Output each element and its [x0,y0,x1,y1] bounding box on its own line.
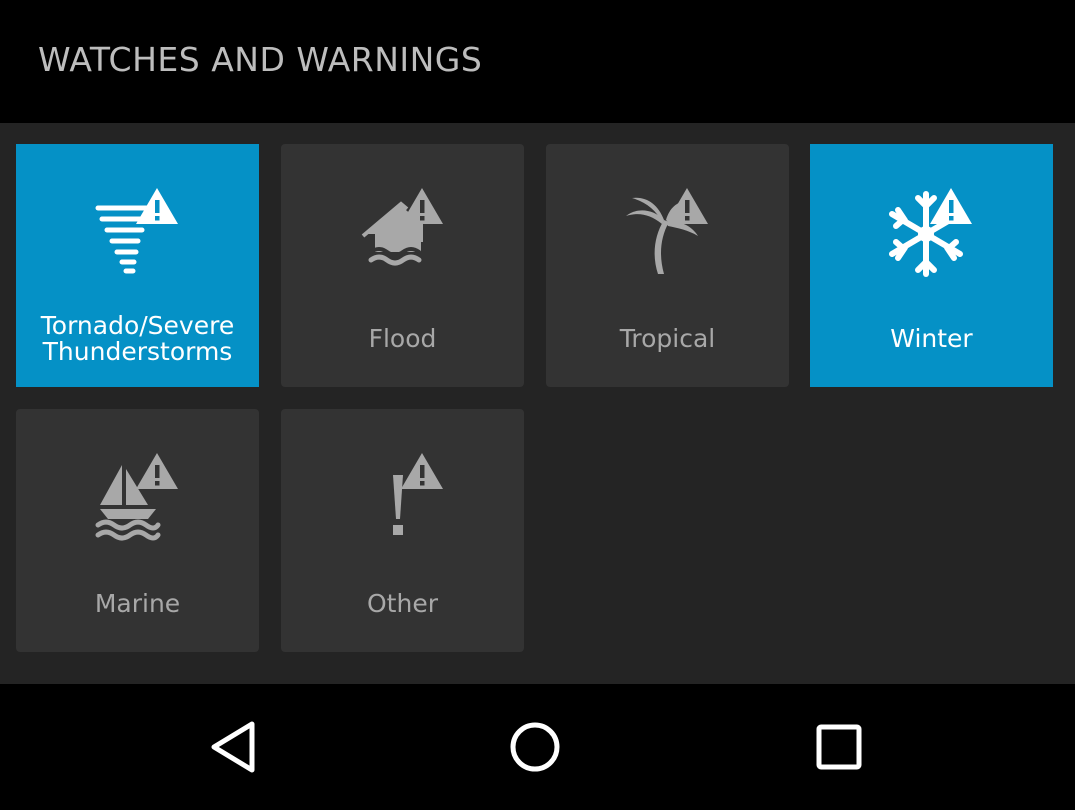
tile-label: Tornado/Severe Thunderstorms [16,313,259,365]
tile-label: Marine [94,589,181,618]
tile-label-line1: Tornado/Severe [40,311,235,340]
tile-tropical[interactable]: Tropical [546,144,789,387]
page-title: WATCHES AND WARNINGS [38,40,483,79]
tile-marine[interactable]: Marine [16,409,259,652]
tile-label: Flood [368,324,437,353]
back-triangle-icon [211,721,255,773]
tile-label: Winter [890,324,973,353]
winter-warning-icon [886,186,978,282]
tile-label: Other [367,589,438,618]
tile-other[interactable]: Other [281,409,524,652]
tropical-warning-icon [622,186,714,282]
flood-warning-icon [357,186,449,282]
alert-category-grid: Tornado/Severe Thunderstorms Flood Tropi… [0,123,1075,684]
tile-label-line2: Thunderstorms [42,337,233,366]
system-navigation-bar [0,684,1075,810]
tile-label: Tropical [619,324,716,353]
other-warning-icon [357,451,449,547]
recents-button[interactable] [809,717,869,777]
app-window: WATCHES AND WARNINGS Tornado/Severe Thun… [0,0,1075,810]
home-button[interactable] [505,717,565,777]
tile-flood[interactable]: Flood [281,144,524,387]
back-button[interactable] [204,717,264,777]
marine-warning-icon [92,451,184,547]
tile-tornado-severe-thunderstorms[interactable]: Tornado/Severe Thunderstorms [16,144,259,387]
tile-winter[interactable]: Winter [810,144,1053,387]
home-circle-icon [510,722,560,772]
recents-square-icon [816,724,862,770]
app-header: WATCHES AND WARNINGS [0,0,1075,123]
tornado-warning-icon [92,186,184,282]
